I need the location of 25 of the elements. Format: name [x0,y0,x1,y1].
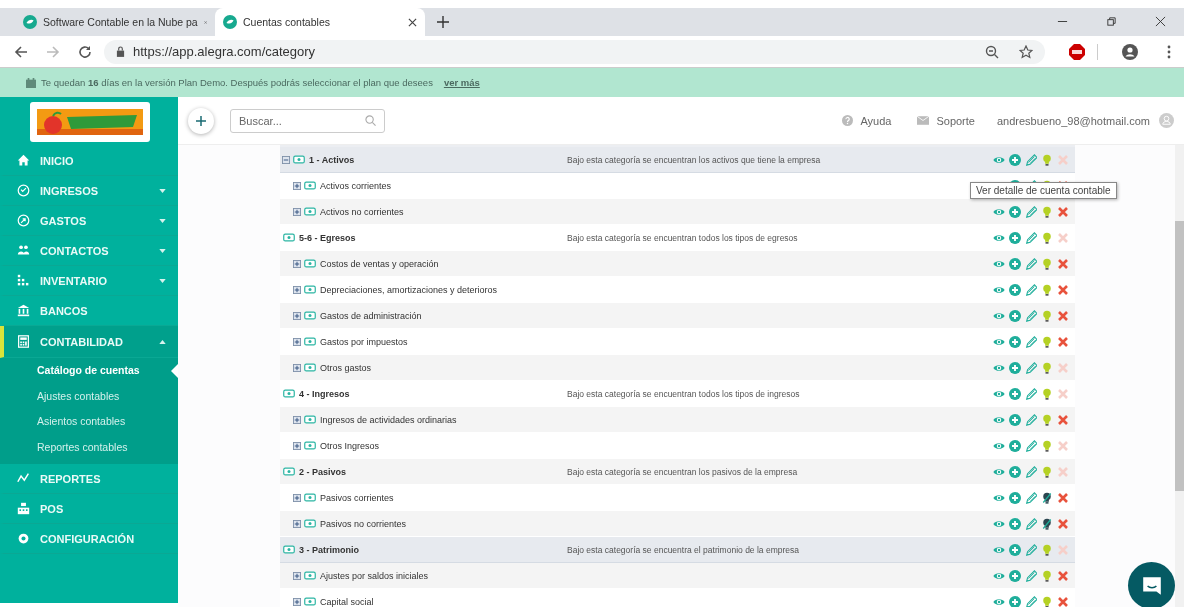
account-name: Activos corrientes [320,180,392,191]
tooltip: Ver detalle de cuenta contable [970,182,1117,199]
account-description: Bajo esta categoría se encuentran todos los tipos de egresos [567,232,798,243]
account-name: Depreciaciones, amortizaciones y deterioros [320,284,498,295]
account-name: Otros gastos [320,362,372,373]
account-name: Gastos de administración [320,310,422,321]
account-name: Ajustes por saldos iniciales [320,570,429,581]
account-name: Ingresos de actividades ordinarias [320,414,457,425]
trial-notice: Te quedan 16 días en la versión Plan Demo. Después podrás seleccionar el plan que desees [41,77,433,88]
account-name: 2 - Pasivos [299,466,347,477]
account-description: Bajo esta categoría se encuentran todos los tipos de ingresos [567,388,800,399]
account-name: Gastos por impuestos [320,336,408,347]
account-name: Costos de ventas y operación [320,258,439,269]
account-name: 4 - Ingresos [299,388,350,399]
account-description: Bajo esta categoría se encuentran los pasivos de la empresa [567,466,798,477]
account-name: Pasivos no corrientes [320,518,407,529]
account-name: Pasivos corrientes [320,492,394,503]
account-name: Capital social [320,596,374,607]
account-name: 3 - Patrimonio [299,544,359,555]
account-name: 1 - Activos [309,154,355,165]
account-name: Activos no corrientes [320,206,404,217]
account-description: Bajo esta categoría se encuentran los activos que tiene la empresa [567,154,821,165]
account-name: 5-6 - Egresos [299,232,356,243]
account-name: Otros Ingresos [320,440,380,451]
account-description: Bajo esta categoría se encuentra el patrimonio de la empresa [567,544,799,555]
